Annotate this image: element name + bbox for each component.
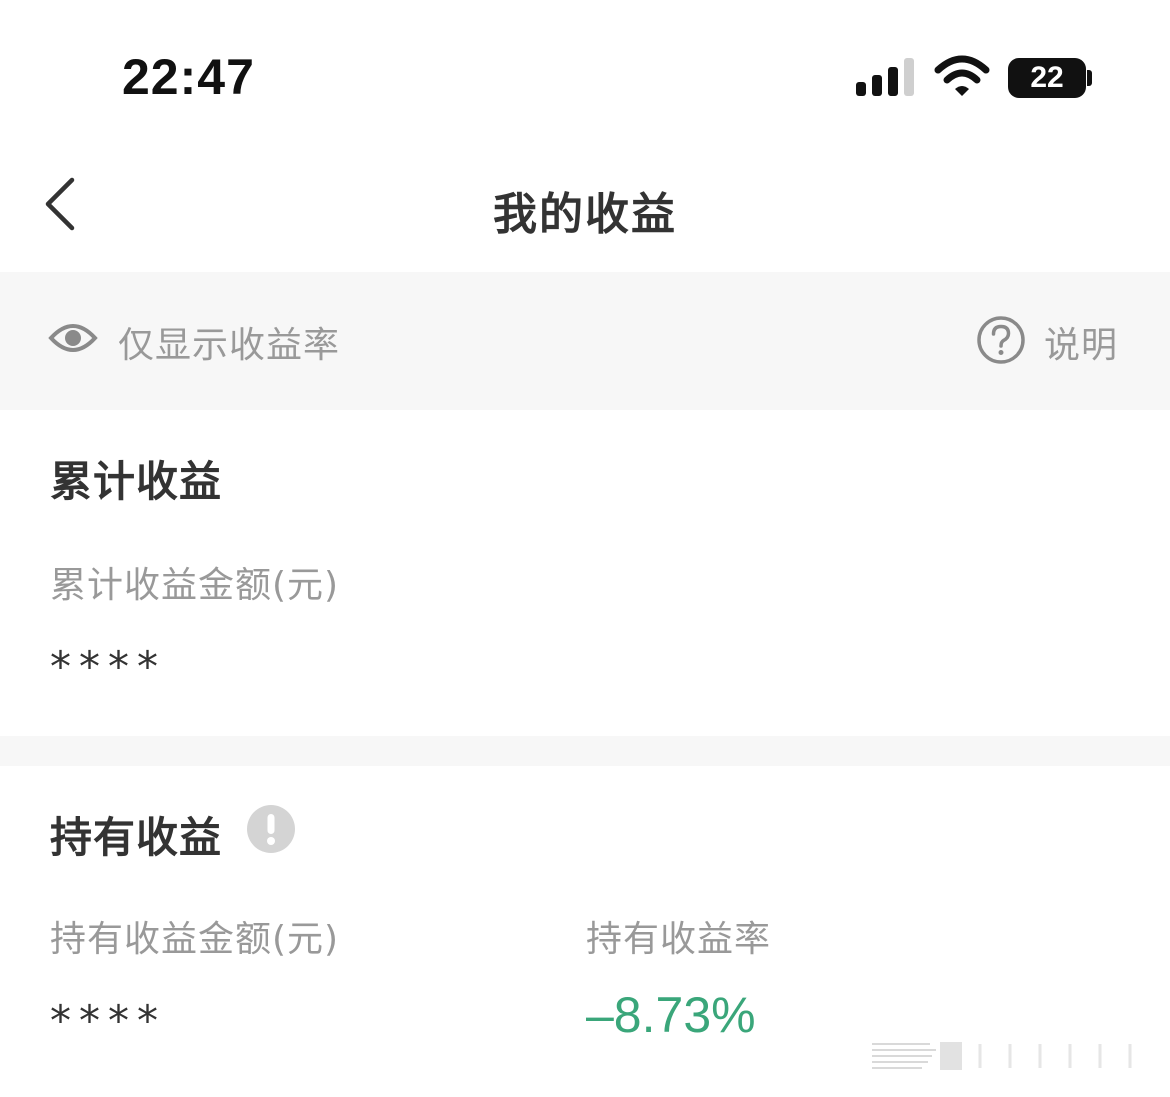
- total-amount-label: 累计收益金额(元): [50, 565, 340, 606]
- help-link[interactable]: 说明: [1044, 316, 1118, 368]
- eye-icon[interactable]: [48, 320, 98, 356]
- total-earnings-card: 累计收益 累计收益金额(元) ****: [0, 410, 1170, 736]
- battery-cap: [1087, 70, 1092, 86]
- exclamation-circle-icon[interactable]: [246, 804, 296, 854]
- total-amount-value: ****: [50, 642, 166, 691]
- holding-amount-value: ****: [50, 996, 166, 1045]
- status-bar: 22:47 22: [0, 0, 1170, 150]
- holding-rate-value: –8.73%: [586, 987, 756, 1043]
- total-earnings-title: 累计收益: [50, 457, 223, 506]
- watermark-graphic: [872, 1042, 1132, 1070]
- holding-rate-label: 持有收益率: [586, 919, 772, 960]
- nav-bar: 我的收益: [0, 150, 1170, 272]
- wifi-icon: [934, 55, 990, 96]
- display-toggle-row: 仅显示收益率 说明: [0, 272, 1170, 410]
- earnings-page: 22:47 22 我的收益 仅显示收益率 说明 累计收益 累计收益金额(元) *…: [0, 0, 1170, 1097]
- cellular-signal-icon: [856, 58, 914, 96]
- rate-only-toggle[interactable]: 仅显示收益率: [118, 316, 340, 368]
- holding-earnings-title: 持有收益: [50, 813, 223, 862]
- page-title: 我的收益: [493, 189, 677, 240]
- question-circle-icon[interactable]: [976, 315, 1026, 365]
- status-time: 22:47: [122, 49, 255, 105]
- holding-amount-label: 持有收益金额(元): [50, 919, 340, 960]
- section-divider: [0, 736, 1170, 766]
- battery-indicator: 22: [1008, 58, 1086, 98]
